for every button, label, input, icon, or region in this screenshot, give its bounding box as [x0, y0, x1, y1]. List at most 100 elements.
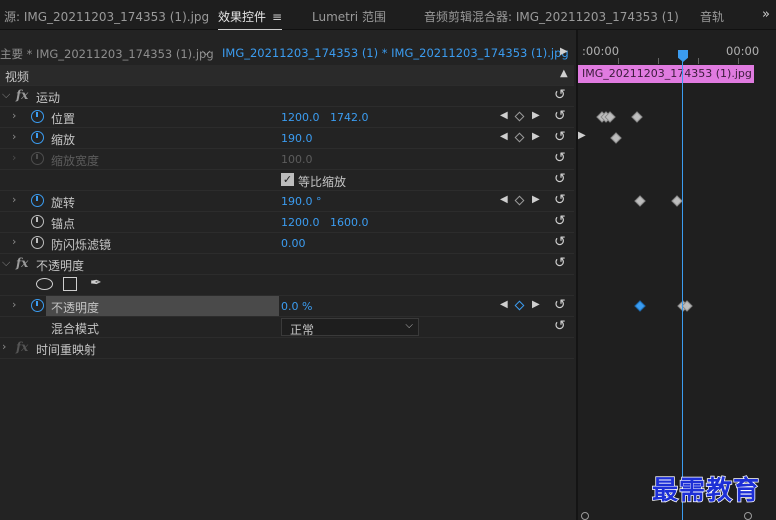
- timeline-clip[interactable]: IMG_20211203_174353 (1).jpg: [578, 65, 754, 83]
- mask-tools: ✒: [0, 275, 574, 296]
- panel-tab-bar: 源: IMG_20211203_174353 (1).jpg 效果控件 ≡ Lum…: [0, 0, 776, 31]
- tab-effect-controls[interactable]: 效果控件 ≡: [218, 8, 283, 31]
- playhead-line[interactable]: [682, 60, 683, 520]
- tab-lumetri-scopes[interactable]: Lumetri 范围: [312, 8, 386, 25]
- position-x-value[interactable]: 1200.0: [281, 111, 320, 124]
- reset-icon[interactable]: ↺: [554, 255, 566, 271]
- chevron-down-icon[interactable]: ⌵: [202, 45, 210, 59]
- keyframe[interactable]: [610, 132, 622, 144]
- collapse-up-icon[interactable]: ▲: [560, 68, 568, 79]
- scale-width-value: 100.0: [281, 153, 313, 166]
- master-clip-label[interactable]: 主要 * IMG_20211203_174353 (1).jpg: [0, 46, 214, 62]
- fx-icon[interactable]: fx: [16, 256, 28, 270]
- rectangle-mask-icon[interactable]: [63, 277, 77, 291]
- effect-timeline[interactable]: :00:00 00:00 IMG_20211203_174353 (1).jpg…: [576, 30, 776, 520]
- ruler-tick: [698, 58, 699, 64]
- reset-icon[interactable]: ↺: [554, 297, 566, 313]
- tab-source[interactable]: 源: IMG_20211203_174353 (1).jpg: [4, 8, 209, 25]
- tab-audio-track[interactable]: 音轨: [700, 8, 724, 25]
- stopwatch-icon[interactable]: [31, 194, 44, 207]
- expand-chevron-icon[interactable]: ⌵: [2, 256, 10, 270]
- add-keyframe-icon[interactable]: [514, 132, 525, 143]
- reset-icon[interactable]: ↺: [554, 150, 566, 166]
- effect-motion-label: 运动: [36, 91, 61, 105]
- play-triangle-icon[interactable]: ▶: [560, 46, 568, 57]
- overflow-chevrons-icon[interactable]: »: [762, 7, 770, 22]
- reset-icon[interactable]: ↺: [554, 234, 566, 250]
- next-keyframe-icon[interactable]: ▶: [532, 194, 540, 205]
- stopwatch-icon[interactable]: [31, 215, 44, 228]
- effect-time-remap-label: 时间重映射: [36, 343, 97, 357]
- effect-time-remap[interactable]: › fx 时间重映射: [0, 338, 574, 359]
- time-end-label: 00:00: [726, 44, 760, 58]
- param-position: › 位置 1200.0 1742.0 ◀ ▶ ↺: [0, 107, 574, 128]
- keyframe-navigator: ◀ ▶: [500, 299, 542, 313]
- stopwatch-icon[interactable]: [31, 299, 44, 312]
- time-ruler[interactable]: :00:00 00:00: [578, 30, 776, 64]
- stopwatch-icon[interactable]: [31, 236, 44, 249]
- add-keyframe-icon[interactable]: [514, 195, 525, 206]
- timeline-clip-name: IMG_20211203_174353 (1).jpg: [582, 67, 752, 80]
- param-scale: › 缩放 190.0 ◀ ▶ ↺: [0, 128, 574, 149]
- sequence-clip-label[interactable]: IMG_20211203_174353 (1) * IMG_20211203_1…: [222, 46, 569, 60]
- param-anchor-label: 锚点: [51, 217, 76, 231]
- prev-keyframe-icon[interactable]: ◀: [500, 194, 508, 205]
- stopwatch-icon: [31, 152, 44, 165]
- expand-arrow-icon[interactable]: ›: [12, 193, 16, 206]
- prev-keyframe-icon[interactable]: ◀: [500, 110, 508, 121]
- param-anchor: 锚点 1200.0 1600.0 ↺: [0, 212, 574, 233]
- keyframe[interactable]: [634, 300, 646, 312]
- reset-icon[interactable]: ↺: [554, 318, 566, 334]
- next-keyframe-icon[interactable]: ▶: [532, 299, 540, 310]
- scale-value[interactable]: 190.0: [281, 132, 313, 145]
- anchor-x-value[interactable]: 1200.0: [281, 216, 320, 229]
- expand-arrow-icon[interactable]: ›: [12, 130, 16, 143]
- keyframe-navigator: ◀ ▶: [500, 110, 542, 124]
- expand-arrow-icon: ›: [12, 151, 17, 164]
- rotation-value[interactable]: 190.0 °: [281, 195, 322, 208]
- pen-mask-icon[interactable]: ✒: [90, 275, 102, 291]
- effect-opacity[interactable]: ⌵ fx 不透明度 ↺: [0, 254, 574, 275]
- prev-keyframe-icon[interactable]: ◀: [500, 131, 508, 142]
- keyframe[interactable]: [631, 111, 643, 123]
- keyframe[interactable]: [634, 195, 646, 207]
- blend-mode-select[interactable]: 正常 ⌵: [281, 318, 419, 337]
- add-keyframe-icon[interactable]: [514, 111, 525, 122]
- scroll-start-handle[interactable]: [581, 512, 589, 520]
- scroll-end-handle[interactable]: [744, 512, 752, 520]
- expand-arrow-icon[interactable]: ›: [12, 235, 16, 248]
- expand-arrow-icon[interactable]: ›: [2, 340, 6, 353]
- expand-arrow-icon[interactable]: ›: [12, 298, 16, 311]
- fx-icon[interactable]: fx: [16, 88, 28, 102]
- ellipse-mask-icon[interactable]: [36, 278, 53, 290]
- timeline-arrow-icon: ▶: [578, 130, 586, 141]
- position-y-value[interactable]: 1742.0: [330, 111, 369, 124]
- timeline-scrollbar[interactable]: [578, 510, 776, 520]
- prev-keyframe-icon[interactable]: ◀: [500, 299, 508, 310]
- chevron-down-icon: ⌵: [405, 320, 413, 331]
- expand-arrow-icon[interactable]: ›: [12, 109, 16, 122]
- uniform-scale-checkbox[interactable]: ✓: [281, 173, 294, 186]
- expand-chevron-icon[interactable]: ⌵: [2, 88, 10, 102]
- anti-flicker-value[interactable]: 0.00: [281, 237, 306, 250]
- keyframe[interactable]: [671, 195, 683, 207]
- reset-icon[interactable]: ↺: [554, 192, 566, 208]
- reset-icon[interactable]: ↺: [554, 213, 566, 229]
- effect-motion[interactable]: ⌵ fx 运动 ↺: [0, 86, 574, 107]
- param-blend-mode-label: 混合模式: [51, 322, 100, 336]
- opacity-value[interactable]: 0.0 %: [281, 300, 312, 313]
- stopwatch-icon[interactable]: [31, 110, 44, 123]
- reset-icon[interactable]: ↺: [554, 108, 566, 124]
- next-keyframe-icon[interactable]: ▶: [532, 131, 540, 142]
- anchor-y-value[interactable]: 1600.0: [330, 216, 369, 229]
- keyframe-navigator: ◀ ▶: [500, 194, 542, 208]
- fx-icon[interactable]: fx: [16, 340, 28, 354]
- panel-menu-icon[interactable]: ≡: [272, 10, 282, 24]
- reset-icon[interactable]: ↺: [554, 171, 566, 187]
- add-keyframe-icon[interactable]: [514, 300, 525, 311]
- next-keyframe-icon[interactable]: ▶: [532, 110, 540, 121]
- tab-audio-clip-mixer[interactable]: 音频剪辑混合器: IMG_20211203_174353 (1): [424, 8, 679, 25]
- stopwatch-icon[interactable]: [31, 131, 44, 144]
- reset-icon[interactable]: ↺: [554, 129, 566, 145]
- reset-icon[interactable]: ↺: [554, 87, 566, 103]
